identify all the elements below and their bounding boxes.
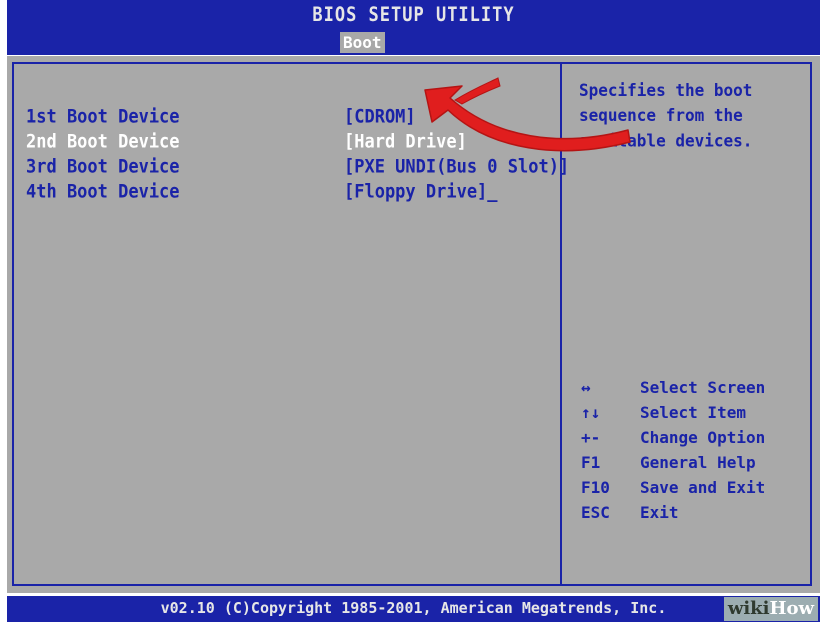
boot-device-4-value[interactable]: [Floppy Drive]_: [344, 181, 498, 203]
boot-panel: 1st Boot Device [CDROM] 2nd Boot Device …: [7, 56, 820, 593]
key-general-help-desc: General Help: [640, 453, 756, 472]
bios-footer: v02.10 (C)Copyright 1985-2001, American …: [7, 596, 820, 622]
bios-title: BIOS SETUP UTILITY: [312, 3, 515, 27]
panel-divider: [560, 62, 562, 586]
boot-device-4-label: 4th Boot Device: [26, 181, 180, 203]
boot-device-3-label: 3rd Boot Device: [26, 156, 180, 178]
key-select-item-desc: Select Item: [640, 403, 746, 422]
key-select-item: ↑↓: [581, 403, 601, 422]
boot-device-1-label: 1st Boot Device: [26, 106, 180, 128]
bios-header: BIOS SETUP UTILITY Boot: [7, 0, 820, 55]
watermark-part2: How: [769, 598, 814, 619]
help-description: Specifies the boot sequence from the ava…: [579, 80, 753, 151]
key-exit-desc: Exit: [640, 503, 679, 522]
key-general-help: F1: [581, 453, 601, 472]
watermark-part1: wiki: [727, 598, 770, 619]
boot-device-3-value[interactable]: [PXE UNDI(Bus 0 Slot)]: [344, 156, 569, 178]
copyright-text: v02.10 (C)Copyright 1985-2001, American …: [160, 599, 667, 617]
key-select-screen: ↔: [581, 378, 591, 397]
tab-boot[interactable]: Boot: [340, 32, 385, 53]
key-exit: ESC: [581, 503, 610, 522]
boot-device-2-value[interactable]: [Hard Drive]: [344, 131, 467, 153]
key-select-screen-desc: Select Screen: [640, 378, 766, 397]
key-save-exit: F10: [581, 478, 610, 497]
key-save-exit-desc: Save and Exit: [640, 478, 766, 497]
key-change-option: +-: [581, 428, 601, 447]
boot-device-1-value[interactable]: [CDROM]: [344, 106, 416, 128]
wikihow-watermark: wikiHow: [723, 597, 818, 621]
boot-device-2-label: 2nd Boot Device: [26, 131, 180, 153]
key-change-option-desc: Change Option: [640, 428, 766, 447]
